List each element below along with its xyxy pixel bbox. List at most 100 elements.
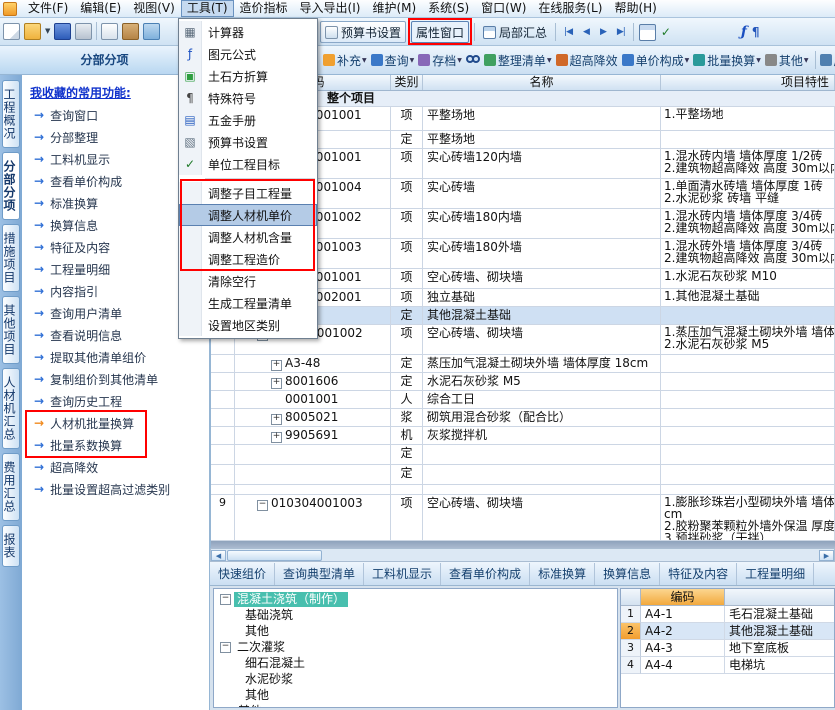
prev-record-button[interactable]: ◀ (580, 27, 592, 37)
find-button[interactable] (465, 49, 481, 71)
tab-cost-summary[interactable]: 费用汇总 (2, 453, 20, 521)
tree-node-other-1[interactable]: 其他 (214, 623, 617, 639)
menu-cost-index[interactable]: 造价指标 (234, 0, 294, 17)
tree-node-secondary-grouting[interactable]: − 二次灌浆 (214, 639, 617, 655)
expand-icon[interactable]: + (271, 378, 282, 389)
last-record-button[interactable]: ▶| (614, 27, 628, 37)
menu-item-hardware-manual[interactable]: ▤ 五金手册 (179, 109, 317, 131)
boq-row[interactable]: +8005021 浆砌筑用混合砂浆（配合比） (211, 409, 835, 427)
menu-item-adjust-project-cost[interactable]: 调整工程造价 (179, 248, 317, 270)
menu-file[interactable]: 文件(F) (22, 0, 74, 17)
boq-row[interactable]: +9905691 机灰浆搅拌机 (211, 427, 835, 445)
menu-maintenance[interactable]: 维护(M) (366, 0, 422, 17)
batch-conversion-button[interactable]: 批量换算 ▼ (692, 49, 762, 71)
tree-node-cement-mortar[interactable]: 水泥砂浆 (214, 671, 617, 687)
menu-item-earthwork-conversion[interactable]: ▣ 土石方折算 (179, 65, 317, 87)
tab-view-unit-price[interactable]: 查看单价构成 (441, 562, 531, 585)
tab-project-overview[interactable]: 工程概况 (2, 80, 20, 148)
sidebar-item-batch-labor-conversion[interactable]: → 人材机批量换算 (22, 412, 209, 434)
expand-icon[interactable]: − (220, 641, 231, 653)
archive-button[interactable]: 存档 ▼ (417, 49, 463, 71)
tab-labor-material-summary[interactable]: 人材机汇总 (2, 368, 20, 449)
tab-query-typical-list[interactable]: 查询典型清单 (275, 562, 365, 585)
boq-row[interactable]: 9−010304001003项空心砖墙、砌块墙1.膨胀珍珠岩小型砌块外墙 墙体厚… (211, 495, 835, 541)
tab-quantity-detail[interactable]: 工程量明细 (737, 562, 815, 585)
sidebar-item-query-history-project[interactable]: → 查询历史工程 (22, 390, 209, 412)
menu-window[interactable]: 窗口(W) (475, 0, 532, 17)
budget-settings-button[interactable]: 预算书设置 (320, 21, 407, 43)
scrollbar-thumb[interactable] (227, 549, 322, 561)
tree-node-foundation-pouring[interactable]: 基础浇筑 (214, 607, 617, 623)
tree-node-fine-concrete[interactable]: 细石混凝土 (214, 655, 617, 671)
code-table-row[interactable]: 2 A4-2 其他混凝土基础 (621, 623, 834, 640)
open-file-icon[interactable] (24, 22, 41, 40)
menu-item-calculator[interactable]: ▦ 计算器 (179, 21, 317, 43)
undo-icon[interactable] (143, 22, 161, 40)
sidebar-item-copy-pricing[interactable]: → 复制组价到其他清单 (22, 368, 209, 390)
tab-quick-pricing[interactable]: 快速组价 (210, 562, 276, 585)
query-button[interactable]: 查询 ▼ (370, 49, 416, 71)
tab-labor-material-display[interactable]: 工料机显示 (364, 562, 442, 585)
save-icon[interactable] (54, 22, 72, 40)
tree-node-other-root[interactable]: 其他 (214, 703, 617, 708)
first-record-button[interactable]: |◀ (561, 27, 575, 37)
boq-row[interactable] (211, 541, 835, 548)
menu-item-clear-empty-rows[interactable]: 清除空行 (179, 270, 317, 292)
sidebar-item-batch-coefficient-conversion[interactable]: → 批量系数换算 (22, 434, 209, 456)
sidebar-item-batch-height-filter[interactable]: → 批量设置超高过滤类别 (22, 478, 209, 500)
boq-row[interactable]: 定 (211, 465, 835, 485)
menu-system[interactable]: 系统(S) (422, 0, 475, 17)
menu-item-generate-boq[interactable]: 生成工程量清单 (179, 292, 317, 314)
expand-icon[interactable]: − (257, 500, 268, 511)
open-dropdown-arrow-icon[interactable]: ▼ (45, 27, 50, 35)
property-window-button[interactable]: 属性窗口 (411, 21, 470, 43)
menu-item-special-symbols[interactable]: ¶ 特殊符号 (179, 87, 317, 109)
menu-item-adjust-labor-content[interactable]: 调整人材机含量 (179, 226, 317, 248)
unit-price-composition-button[interactable]: 单价构成 ▼ (621, 49, 691, 71)
menu-import-export[interactable]: 导入导出(I) (294, 0, 367, 17)
scroll-left-button[interactable]: ◀ (211, 549, 226, 561)
boq-row[interactable]: + A3-48 定蒸压加气混凝土砌块外墙 墙体厚度 18cm (211, 355, 835, 373)
formula-icon[interactable]: ƒ (741, 24, 747, 40)
code-table-row[interactable]: 3 A4-3 地下室底板 (621, 640, 834, 657)
supplement-button[interactable]: 补充 ▼ (322, 49, 368, 71)
sidebar-item-height-efficiency[interactable]: → 超高降效 (22, 456, 209, 478)
tree-node-concrete-pouring[interactable]: − 混凝土浇筑（制作） (214, 591, 617, 607)
horizontal-scrollbar[interactable]: ◀ ▶ (210, 548, 835, 562)
pilcrow-icon[interactable]: ¶ (752, 25, 760, 39)
window-layout-icon[interactable] (638, 23, 656, 41)
check-icon[interactable]: ✓ (661, 25, 671, 39)
expand-icon[interactable]: + (271, 432, 282, 443)
menu-item-graphic-formula[interactable]: ƒ 图元公式 (179, 43, 317, 65)
new-file-icon[interactable] (3, 22, 20, 40)
menu-item-budget-settings[interactable]: ▧ 预算书设置 (179, 131, 317, 153)
tree-node-other-2[interactable]: 其他 (214, 687, 617, 703)
other-button[interactable]: 其他 ▼ (764, 49, 810, 71)
code-table-row[interactable]: 1 A4-1 毛石混凝土基础 (621, 606, 834, 623)
menu-item-set-region-category[interactable]: 设置地区类别 (179, 314, 317, 336)
tab-measure-items[interactable]: 措施项目 (2, 224, 20, 292)
menu-item-adjust-subitem-quantity[interactable]: 调整子目工程量 (179, 182, 317, 204)
boq-row[interactable] (211, 485, 835, 495)
menu-tools[interactable]: 工具(T) (180, 0, 234, 17)
expand-icon[interactable]: + (271, 414, 282, 425)
code-table-row[interactable]: 4 A4-4 电梯坑 (621, 657, 834, 674)
boq-row[interactable]: +8001606 定水泥石灰砂浆 M5 (211, 373, 835, 391)
print-icon[interactable] (75, 22, 93, 40)
scroll-right-button[interactable]: ▶ (819, 549, 834, 561)
expand-button[interactable]: 展开 (819, 49, 835, 71)
menu-view[interactable]: 视图(V) (127, 0, 181, 17)
paste-icon[interactable] (122, 22, 140, 40)
tab-features-content[interactable]: 特征及内容 (660, 562, 738, 585)
boq-row[interactable]: 定 (211, 445, 835, 465)
partial-summary-button[interactable]: 局部汇总 (480, 21, 550, 43)
tab-divisional-items[interactable]: 分部分项 (2, 152, 20, 220)
tab-standard-conversion[interactable]: 标准换算 (530, 562, 596, 585)
tab-other-items[interactable]: 其他项目 (2, 296, 20, 364)
copy-icon[interactable] (101, 22, 119, 40)
tab-reports[interactable]: 报表 (2, 525, 20, 567)
menu-online-service[interactable]: 在线服务(L) (532, 0, 608, 17)
tab-conversion-info[interactable]: 换算信息 (595, 562, 661, 585)
menu-help[interactable]: 帮助(H) (608, 0, 662, 17)
menu-item-adjust-labor-price[interactable]: 调整人材机单价 (179, 204, 317, 226)
